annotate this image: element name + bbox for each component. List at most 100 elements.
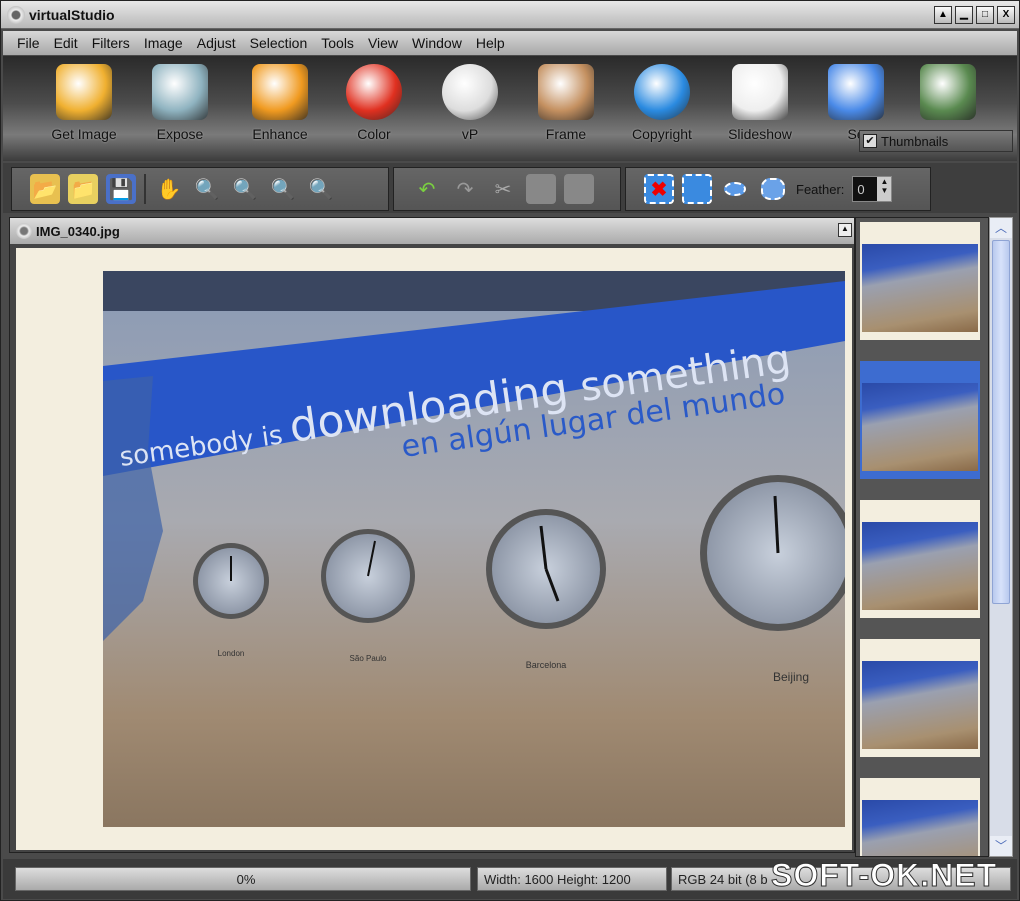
- document-title: IMG_0340.jpg: [36, 223, 120, 239]
- image-dimensions: Width: 1600 Height: 1200: [477, 867, 667, 891]
- tool-enhance[interactable]: Enhance: [235, 64, 325, 142]
- title-bar: virtualStudio ▲ ▁ □ X: [1, 1, 1019, 29]
- app-icon: [7, 6, 25, 24]
- tool-print[interactable]: [903, 64, 993, 126]
- thumbnail-image: [862, 383, 978, 471]
- thumbnails-label: Thumbnails: [881, 133, 949, 149]
- close-button[interactable]: X: [997, 6, 1015, 24]
- minimize-button[interactable]: ▁: [955, 6, 973, 24]
- feather-label: Feather:: [796, 181, 845, 197]
- printer-icon: [920, 64, 976, 120]
- zoom-1-icon[interactable]: 🔍: [192, 174, 222, 204]
- folder-photo-icon: [56, 64, 112, 120]
- thumbnails-toggle[interactable]: ✔ Thumbnails: [859, 130, 1013, 152]
- tool-copyright[interactable]: Copyright: [617, 64, 707, 142]
- tool-label: Enhance: [252, 126, 308, 142]
- ellipse-select-icon[interactable]: [720, 174, 750, 204]
- menu-help[interactable]: Help: [476, 35, 505, 51]
- maximize-button[interactable]: □: [976, 6, 994, 24]
- scroll-up-icon[interactable]: ︿: [990, 218, 1012, 238]
- document-icon: [16, 223, 32, 239]
- thumbnail[interactable]: [860, 778, 980, 856]
- clock-label: São Paulo: [350, 654, 387, 663]
- copy-icon[interactable]: [526, 174, 556, 204]
- balloon-icon: [346, 64, 402, 120]
- tool-vp[interactable]: vP: [425, 64, 515, 142]
- tool-slideshow[interactable]: Slideshow: [715, 64, 805, 142]
- main-toolbar: Se Slideshow Copyright Frame vP Color Enhance E…: [3, 56, 1017, 161]
- tool-label: Get Image: [51, 126, 117, 142]
- slideshow-icon: [732, 64, 788, 120]
- tool-label: Slideshow: [728, 126, 792, 142]
- open-icon[interactable]: 📂: [30, 174, 60, 204]
- spin-up-icon[interactable]: ▲: [877, 177, 891, 186]
- menu-adjust[interactable]: Adjust: [197, 35, 236, 51]
- save-icon[interactable]: 💾: [106, 174, 136, 204]
- menu-file[interactable]: File: [17, 35, 40, 51]
- thumbnail[interactable]: [860, 500, 980, 618]
- enhance-arrow-icon: [252, 64, 308, 120]
- photo: somebody is downloading something en alg…: [103, 271, 845, 827]
- feather-input[interactable]: 0 ▲ ▼: [852, 176, 893, 202]
- lasso-select-icon[interactable]: [758, 174, 788, 204]
- edit-tools: ↶ ↷ ✂: [393, 167, 621, 211]
- tool-frame[interactable]: Frame: [521, 64, 611, 142]
- document-rollup-button[interactable]: ▲: [838, 223, 852, 237]
- checkbox-checked-icon[interactable]: ✔: [863, 134, 877, 148]
- hand-icon[interactable]: ✋: [154, 174, 184, 204]
- thumbnail[interactable]: [860, 639, 980, 757]
- vp-ring-icon: [442, 64, 498, 120]
- clock: [486, 509, 606, 629]
- deselect-icon[interactable]: ✖: [644, 174, 674, 204]
- thumbnail[interactable]: [860, 222, 980, 340]
- open-folder-icon[interactable]: 📁: [68, 174, 98, 204]
- landscape-icon: [152, 64, 208, 120]
- tool-get-image[interactable]: Get Image: [39, 64, 129, 142]
- menu-window[interactable]: Window: [412, 35, 462, 51]
- menu-image[interactable]: Image: [144, 35, 183, 51]
- window-title: virtualStudio: [29, 7, 115, 23]
- menu-filters[interactable]: Filters: [92, 35, 130, 51]
- menu-view[interactable]: View: [368, 35, 398, 51]
- redo-icon[interactable]: ↷: [450, 174, 480, 204]
- thumbnails-scrollbar[interactable]: ︿ ﹀: [989, 217, 1013, 857]
- feather-value[interactable]: 0: [857, 182, 864, 197]
- tool-expose[interactable]: Expose: [135, 64, 225, 142]
- scrollbar-thumb[interactable]: [992, 240, 1010, 604]
- selection-tools: ✖ Feather: 0 ▲ ▼: [625, 167, 931, 211]
- tool-color[interactable]: Color: [329, 64, 419, 142]
- zoom-in-icon[interactable]: 🔍: [306, 174, 336, 204]
- thumbnails-panel: [855, 217, 989, 857]
- progress-text: 0%: [236, 871, 256, 887]
- thumbnail[interactable]: [860, 361, 980, 479]
- paste-icon[interactable]: [564, 174, 594, 204]
- clock: [193, 543, 269, 619]
- thumbnail-image: [862, 244, 978, 332]
- menu-tools[interactable]: Tools: [321, 35, 354, 51]
- search-binoculars-icon: [828, 64, 884, 120]
- copyright-icon: [634, 64, 690, 120]
- image-canvas[interactable]: somebody is downloading something en alg…: [16, 248, 852, 850]
- tool-label: vP: [461, 126, 479, 142]
- file-view-tools: 📂 📁 💾 ✋ 🔍 🔍 🔍 🔍: [11, 167, 389, 211]
- clock-label: Beijing: [773, 670, 809, 684]
- frame-icon: [538, 64, 594, 120]
- menu-selection[interactable]: Selection: [250, 35, 308, 51]
- thumbnail-image: [862, 661, 978, 749]
- watermark: SOFT-OK.NET: [770, 857, 998, 894]
- app-window: virtualStudio ▲ ▁ □ X File Edit Filters Ima…: [0, 0, 1020, 901]
- rollup-button[interactable]: ▲: [934, 6, 952, 24]
- cut-icon[interactable]: ✂: [488, 174, 518, 204]
- tool-label: Frame: [545, 126, 587, 142]
- progress-bar: 0%: [15, 867, 471, 891]
- menu-edit[interactable]: Edit: [54, 35, 78, 51]
- rect-select-icon[interactable]: [682, 174, 712, 204]
- thumbnail-image: [862, 522, 978, 610]
- zoom-out-icon[interactable]: 🔍: [268, 174, 298, 204]
- spin-down-icon[interactable]: ▼: [877, 186, 891, 195]
- zoom-fit-icon[interactable]: 🔍: [230, 174, 260, 204]
- feather-spinner[interactable]: ▲ ▼: [877, 177, 892, 201]
- undo-icon[interactable]: ↶: [412, 174, 442, 204]
- clock: [321, 529, 415, 623]
- scroll-down-icon[interactable]: ﹀: [990, 836, 1012, 856]
